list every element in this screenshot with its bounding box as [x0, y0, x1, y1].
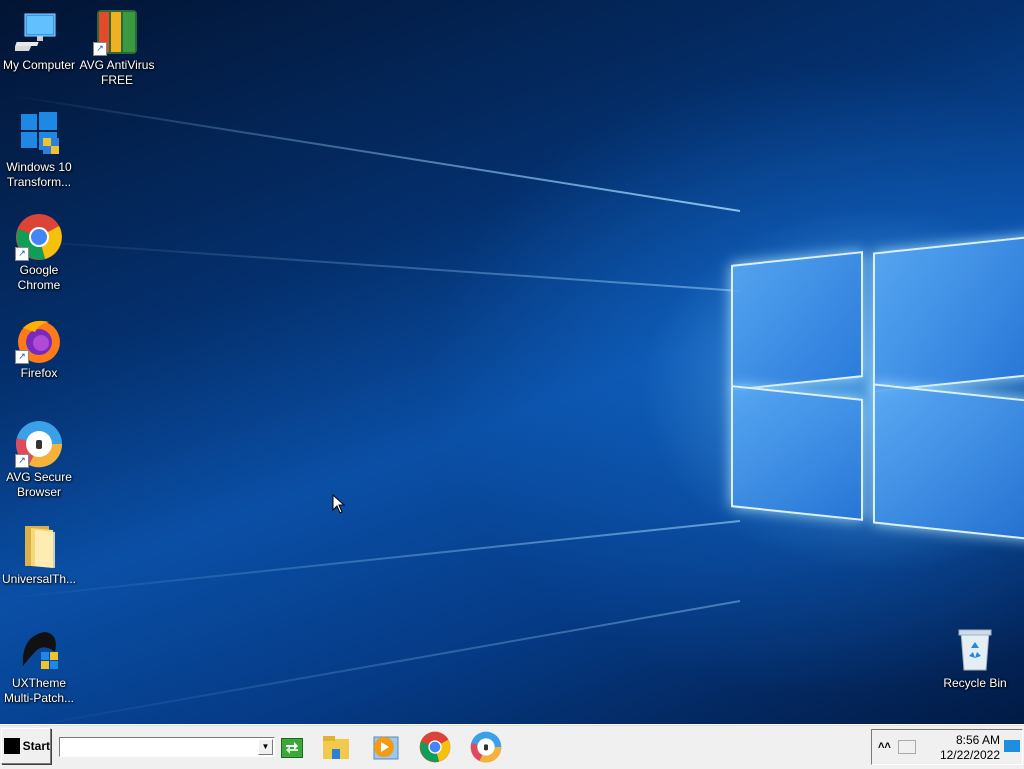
system-tray: ˄˄ 8:56 AM 12/22/2022 [871, 729, 1023, 765]
desktop-icon-firefox[interactable]: ↗ Firefox [1, 316, 77, 381]
avg-secure-browser-icon [470, 731, 502, 763]
desktop-icon-label: Google Chrome [17, 263, 61, 292]
refresh-arrows-icon [286, 742, 298, 754]
uxtheme-icon [15, 626, 63, 674]
chrome-icon: ↗ [15, 213, 63, 261]
desktop-icon-avg-secure-browser[interactable]: ↗ AVG Secure Browser [1, 420, 77, 500]
shortcut-arrow-icon: ↗ [15, 247, 29, 261]
mouse-cursor-icon [332, 494, 346, 514]
start-button-label: Start [22, 739, 50, 753]
taskbar-avg-secure-browser[interactable] [470, 731, 502, 763]
wallpaper-beam [1, 238, 741, 292]
clock-time: 8:56 AM [955, 733, 1000, 747]
desktop-icon-google-chrome[interactable]: ↗ Google Chrome [1, 213, 77, 293]
firefox-icon: ↗ [15, 316, 63, 364]
shortcut-arrow-icon: ↗ [15, 350, 29, 364]
desktop-icon-label: UXTheme Multi-Patch... [3, 676, 75, 705]
wallpaper-logo-pane [873, 383, 1024, 541]
desktop-icon-avg-antivirus[interactable]: ↗ AVG AntiVirus FREE [79, 8, 155, 88]
folder-icon [15, 522, 63, 570]
desktop-icon-label: Firefox [20, 366, 58, 380]
taskbar-file-explorer[interactable] [320, 731, 352, 763]
desktop-icon-label: Recycle Bin [943, 676, 1007, 690]
go-button[interactable] [281, 738, 303, 758]
desktop-icon-windows10-transformation[interactable]: Windows 10 Transform... [1, 110, 77, 190]
desktop-icon-universal-theme[interactable]: UniversalTh... [1, 522, 77, 587]
file-explorer-icon [323, 736, 349, 759]
desktop-icon-label: My Computer [2, 58, 76, 72]
windows-logo-icon [15, 110, 63, 158]
start-logo-icon [4, 738, 20, 754]
taskbar: Start ▼ ˄˄ 8:56 AM 12/22/2022 [0, 724, 1024, 769]
chrome-icon [419, 731, 451, 763]
desktop[interactable]: My Computer ↗ AVG AntiVirus FREE Windows… [0, 0, 1024, 724]
wallpaper-beam [8, 94, 741, 212]
shortcut-arrow-icon: ↗ [93, 42, 107, 56]
address-input[interactable] [60, 738, 262, 756]
avg-secure-browser-icon: ↗ [15, 420, 63, 468]
wallpaper-logo-pane [731, 251, 863, 391]
desktop-icon-my-computer[interactable]: My Computer [0, 8, 77, 73]
chevron-down-icon[interactable]: ▼ [258, 739, 273, 755]
show-hidden-icons-chevron-icon[interactable]: ˄˄ [878, 740, 891, 752]
wallpaper-logo-pane [731, 385, 863, 521]
desktop-icon-uxtheme-multipatcher[interactable]: UXTheme Multi-Patch... [1, 626, 77, 706]
network-icon[interactable] [898, 740, 916, 754]
computer-icon [0, 8, 63, 56]
start-button[interactable]: Start [1, 728, 51, 764]
notification-icon[interactable] [1004, 740, 1020, 752]
wallpaper-logo-pane [873, 235, 1024, 393]
media-player-icon [373, 736, 399, 760]
tray-clock[interactable]: 8:56 AM 12/22/2022 [940, 733, 1000, 763]
wallpaper-beam [11, 600, 741, 724]
shortcut-arrow-icon: ↗ [15, 454, 29, 468]
desktop-icon-label: AVG Secure Browser [6, 470, 72, 499]
desktop-icon-label: UniversalTh... [1, 572, 77, 586]
avg-antivirus-icon: ↗ [93, 8, 141, 56]
taskbar-chrome[interactable] [419, 731, 451, 763]
wallpaper-beam [3, 520, 741, 600]
desktop-icon-label: AVG AntiVirus FREE [79, 58, 155, 87]
desktop-icon-recycle-bin[interactable]: Recycle Bin [937, 626, 1013, 691]
address-box[interactable]: ▼ [59, 737, 275, 757]
clock-date: 12/22/2022 [939, 748, 1000, 762]
desktop-icon-label: Windows 10 Transform... [6, 160, 72, 189]
recycle-bin-icon [951, 626, 999, 674]
taskbar-media-player[interactable] [368, 731, 400, 763]
